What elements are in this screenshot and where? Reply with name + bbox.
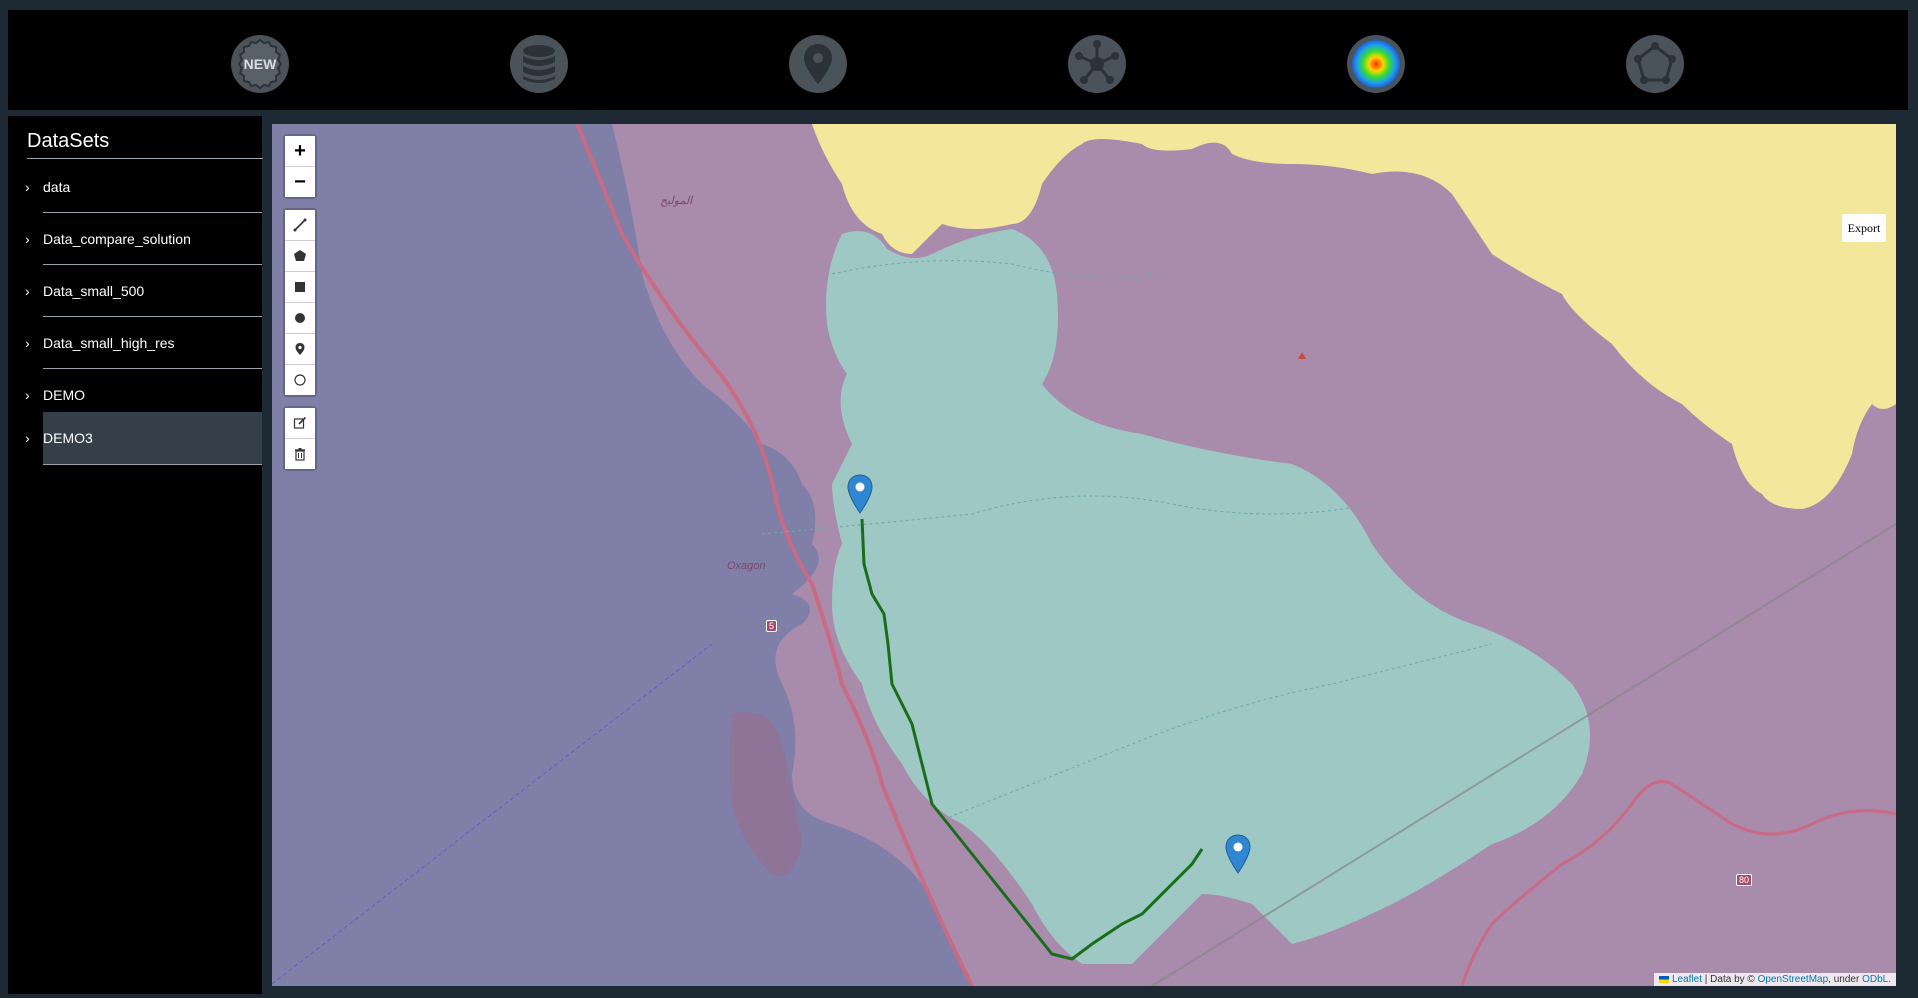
dataset-label: Data_compare_solution <box>43 231 191 247</box>
sidebar-title: DataSets <box>27 124 263 159</box>
location-button[interactable] <box>788 34 848 94</box>
dataset-label: data <box>43 179 71 195</box>
dataset-item-data-small-high-res[interactable]: › Data_small_high_res <box>25 318 262 369</box>
ukraine-flag-icon <box>1659 975 1670 983</box>
polygon-button[interactable] <box>1625 34 1685 94</box>
map-marker-icon <box>1225 834 1251 874</box>
town-label-arabic: الموليح <box>660 195 693 207</box>
edit-layers-button[interactable] <box>285 408 315 439</box>
route-shield-80: 80 <box>1736 874 1753 886</box>
dataset-label: Data_small_high_res <box>43 335 175 351</box>
edit-icon <box>293 416 307 429</box>
dataset-label: DEMO3 <box>43 430 93 446</box>
chevron-right-icon: › <box>25 231 30 247</box>
dataset-item-data[interactable]: › data <box>25 162 262 213</box>
marker-icon <box>295 343 305 355</box>
polygon-icon <box>1626 35 1684 93</box>
dataset-item-demo3[interactable]: › DEMO3 <box>25 412 262 465</box>
maritime-boundary <box>272 643 713 985</box>
datasets-sidebar: DataSets › data › Data_compare_solution … <box>8 116 263 994</box>
chevron-right-icon: › <box>25 283 30 299</box>
map-pin-icon <box>789 35 847 93</box>
route-shield-5: 5 <box>766 620 778 632</box>
database-button[interactable] <box>509 34 569 94</box>
draw-circlemarker-button[interactable] <box>285 365 315 395</box>
delete-layers-button[interactable] <box>285 439 315 469</box>
trash-icon <box>295 448 305 461</box>
new-badge-label: NEW <box>244 56 277 72</box>
edit-toolbar <box>283 406 317 471</box>
zoom-out-button[interactable]: − <box>285 167 315 197</box>
chevron-right-icon: › <box>25 179 30 195</box>
draw-toolbar <box>283 208 317 397</box>
draw-circle-button[interactable] <box>285 303 315 334</box>
zoom-in-button[interactable]: + <box>285 136 315 167</box>
dataset-label: Data_small_500 <box>43 283 145 299</box>
dataset-item-data-small-500[interactable]: › Data_small_500 <box>25 266 262 317</box>
map-marker-icon <box>847 474 873 514</box>
dataset-label: DEMO <box>43 387 85 403</box>
attribution-under: , under <box>1828 974 1863 985</box>
leaflet-link[interactable]: Leaflet <box>1672 974 1702 985</box>
polygon-icon <box>294 250 306 261</box>
top-toolbar: NEW <box>8 10 1908 110</box>
draw-rectangle-button[interactable] <box>285 272 315 303</box>
heatmap-icon <box>1347 35 1405 93</box>
map-attribution: Leaflet | Data by © OpenStreetMap, under… <box>1654 973 1896 986</box>
osm-link[interactable]: OpenStreetMap <box>1758 974 1829 985</box>
polyline-icon <box>293 218 307 232</box>
chevron-right-icon: › <box>25 430 30 446</box>
draw-polygon-button[interactable] <box>285 241 315 272</box>
mining-area <box>729 712 802 876</box>
export-button[interactable]: Export <box>1842 214 1886 242</box>
circle-icon <box>295 313 305 323</box>
new-badge-icon: NEW <box>231 35 289 93</box>
circle-marker-icon <box>294 374 306 386</box>
draw-polyline-button[interactable] <box>285 210 315 241</box>
odbl-link[interactable]: ODbL. <box>1862 974 1891 985</box>
chevron-right-icon: › <box>25 335 30 351</box>
town-label-oxagon: Oxagon <box>727 560 766 572</box>
heatmap-button[interactable] <box>1346 34 1406 94</box>
new-dataset-button[interactable]: NEW <box>230 34 290 94</box>
database-icon <box>510 35 568 93</box>
start-marker[interactable] <box>847 474 873 514</box>
end-marker[interactable] <box>1225 834 1251 874</box>
attribution-text: | Data by © <box>1702 974 1758 985</box>
map-view[interactable]: Oxagon الموليح 5 80 + − Export Leaflet |… <box>272 124 1896 986</box>
map-tiles <box>272 124 1896 986</box>
network-icon <box>1068 35 1126 93</box>
draw-marker-button[interactable] <box>285 334 315 365</box>
rectangle-icon <box>295 282 305 292</box>
dataset-item-data-compare-solution[interactable]: › Data_compare_solution <box>25 214 262 265</box>
zoom-control: + − <box>283 134 317 199</box>
network-button[interactable] <box>1067 34 1127 94</box>
